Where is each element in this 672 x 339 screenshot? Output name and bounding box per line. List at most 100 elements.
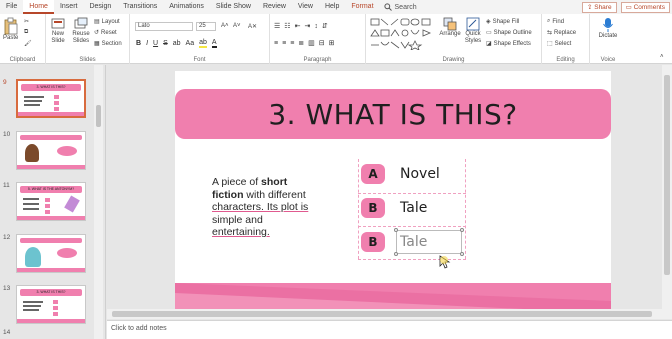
reuse-slides-button[interactable]: Reuse Slides [70, 17, 92, 45]
tab-design[interactable]: Design [83, 0, 117, 14]
thumbnail-title [20, 238, 82, 243]
copy-icon[interactable]: ⧉ [24, 29, 28, 36]
shape-effects-button[interactable]: ◪ Shape Effects [486, 40, 531, 48]
decrease-indent-icon[interactable]: ⇤ [295, 22, 301, 30]
selected-text-box[interactable] [396, 230, 462, 254]
bullets-icon[interactable]: ☰ [274, 22, 280, 30]
shape-outline-icon: ▭ [486, 30, 492, 36]
layout-icon: ▤ [94, 19, 100, 25]
search-box[interactable]: Search [383, 3, 417, 11]
increase-indent-icon[interactable]: ⇥ [304, 22, 310, 30]
tab-file[interactable]: File [0, 0, 23, 14]
cut-icon[interactable]: ✂ [24, 18, 29, 25]
shape-outline-button[interactable]: ▭ Shape Outline [486, 29, 532, 37]
shapes-gallery-icon[interactable] [370, 18, 436, 50]
highlight-icon[interactable]: ab [199, 39, 207, 48]
smartart-icon[interactable]: ⊞ [329, 39, 335, 47]
tab-transitions[interactable]: Transitions [117, 0, 163, 14]
tab-insert[interactable]: Insert [54, 0, 84, 14]
slide-number: 9 [3, 79, 7, 86]
paste-button[interactable]: Paste [3, 17, 18, 42]
bold-icon[interactable]: B [136, 40, 141, 47]
body-bold-run: short [261, 176, 288, 188]
editor-horizontal-scrollbar[interactable] [107, 309, 672, 319]
shrink-font-icon[interactable]: A˅ [233, 23, 241, 29]
clear-formatting-icon[interactable]: A✕ [248, 23, 257, 30]
section-label: Section [101, 40, 122, 47]
tab-review[interactable]: Review [257, 0, 292, 14]
comments-button[interactable]: ▭ Comments [620, 1, 670, 13]
columns-icon[interactable]: ▥ [308, 39, 315, 47]
font-color-icon[interactable]: A [211, 39, 217, 48]
layout-button[interactable]: ▤ Layout [94, 18, 120, 26]
arrange-button[interactable]: Arrange [439, 17, 461, 38]
section-button[interactable]: ▦ Section [94, 40, 122, 48]
voice-group-label: Voice [600, 57, 616, 63]
slide-thumbnail[interactable]: 3. WHAT IS THIS? [16, 79, 86, 118]
option-letter-badge: B [361, 198, 385, 218]
resize-handle[interactable] [460, 228, 464, 232]
line-spacing-icon[interactable]: ↕ [314, 23, 318, 30]
slide-canvas[interactable]: 3. WHAT IS THIS? A piece of short fictio… [175, 71, 611, 319]
justify-icon[interactable]: ≣ [298, 39, 304, 47]
tab-animations[interactable]: Animations [163, 0, 210, 14]
tab-view[interactable]: View [292, 0, 319, 14]
align-text-icon[interactable]: ⊟ [319, 39, 325, 47]
ribbon-tabs: File Home Insert Design Transitions Anim… [0, 0, 672, 14]
notes-pane[interactable]: Click to add notes [107, 320, 672, 339]
arrange-label: Arrange [439, 31, 461, 37]
resize-handle[interactable] [394, 228, 398, 232]
dictate-button[interactable]: Dictate [596, 17, 620, 40]
format-painter-icon[interactable]: 🖌 [24, 40, 32, 47]
select-button[interactable]: ⬚ Select [547, 40, 571, 48]
reset-button[interactable]: ↺ Reset [94, 29, 117, 37]
paste-icon [4, 17, 18, 35]
slide-title[interactable]: 3. WHAT IS THIS? [268, 98, 517, 131]
slide-thumbnail[interactable]: 5. WHAT IS THE ANTONYM? [16, 182, 86, 221]
text-direction-icon[interactable]: ⇵ [322, 22, 328, 30]
new-slide-button[interactable]: New Slide [49, 17, 67, 45]
underline-icon[interactable]: U [153, 40, 158, 47]
thumbnails-scrollbar[interactable] [94, 65, 103, 339]
clipboard-group-label: Clipboard [9, 57, 36, 63]
resize-handle[interactable] [394, 252, 398, 256]
change-case-icon[interactable]: Aa [186, 40, 195, 47]
slide-thumbnail[interactable]: 3. WHAT IS THIS? [16, 285, 86, 324]
tab-home[interactable]: Home [23, 0, 54, 14]
replace-icon: ⇆ [547, 30, 553, 36]
tab-help[interactable]: Help [319, 0, 345, 14]
slide-body-text[interactable]: A piece of short fiction with different … [212, 176, 327, 239]
share-button[interactable]: ⇪ Share [581, 1, 617, 13]
slide-thumbnail[interactable] [16, 131, 86, 170]
align-center-icon[interactable]: ≡ [282, 40, 286, 47]
font-size-box[interactable]: 25 [196, 22, 216, 31]
grow-font-icon[interactable]: A˄ [221, 23, 229, 29]
collapse-ribbon-icon[interactable]: ˄ [660, 54, 664, 60]
replace-button[interactable]: ⇆ Replace [547, 29, 576, 37]
slide-thumbnail[interactable] [16, 234, 86, 273]
answer-option[interactable]: B Tale [361, 198, 427, 218]
new-slide-label: New Slide [51, 31, 65, 44]
numbering-icon[interactable]: ☷ [284, 22, 290, 30]
tab-format[interactable]: Format [345, 0, 379, 14]
layout-label: Layout [101, 18, 120, 25]
font-group-label: Font [193, 57, 206, 63]
body-text-run: entertaining. [212, 226, 270, 238]
find-button[interactable]: ⌕ Find [547, 18, 564, 25]
title-banner[interactable]: 3. WHAT IS THIS? [175, 89, 611, 139]
char-spacing-icon[interactable]: ab [173, 40, 181, 47]
italic-icon[interactable]: I [146, 40, 148, 47]
option-text: Tale [400, 200, 428, 216]
shape-fill-button[interactable]: ◈ Shape Fill [486, 18, 519, 26]
tab-slide-show[interactable]: Slide Show [210, 0, 257, 14]
font-name-box[interactable]: Lato [135, 22, 193, 31]
strikethrough-icon[interactable]: S [163, 40, 168, 47]
editor-vertical-scrollbar[interactable] [662, 65, 672, 309]
align-right-icon[interactable]: ≡ [290, 40, 294, 47]
resize-handle[interactable] [460, 252, 464, 256]
answer-option[interactable]: A Novel [361, 164, 440, 184]
body-bold-run: fiction [212, 188, 244, 201]
align-left-icon[interactable]: ≡ [274, 40, 278, 47]
select-icon: ⬚ [547, 41, 553, 47]
quick-styles-button[interactable]: Quick Styles [463, 17, 483, 45]
